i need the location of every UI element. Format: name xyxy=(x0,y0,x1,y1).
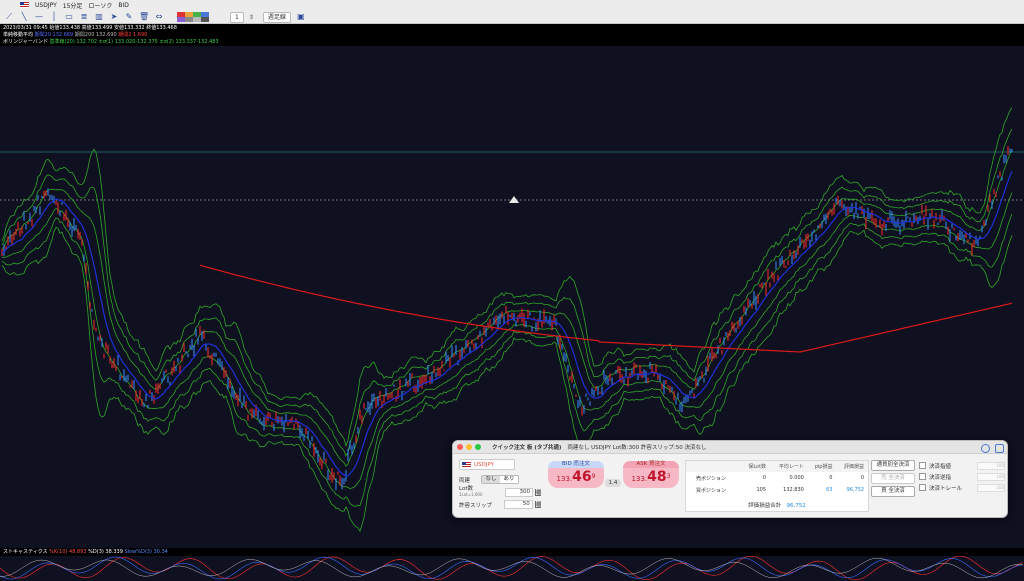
us-flag-icon xyxy=(462,461,471,468)
quick-order-panel: クイック注文 板 (タブ共通) 両建なし USDJPY Lot数:300 許容ス… xyxy=(452,440,1008,518)
stop-checkbox[interactable] xyxy=(919,473,926,480)
ma-value-3: 期間2 1.690 xyxy=(118,32,148,38)
close-buttons: 通貨別全決済 売 全決済 買 全決済 xyxy=(871,460,915,499)
hedge-off-option[interactable]: なし xyxy=(482,476,500,483)
us-flag-icon xyxy=(20,2,29,8)
line-count-input[interactable]: 1 xyxy=(230,11,244,23)
horizontal-line-tool-icon[interactable]: — xyxy=(34,12,44,22)
panel-title-bar: クイック注文 板 (タブ共通) 両建なし USDJPY Lot数:300 許容ス… xyxy=(453,441,1007,454)
sma-200-line xyxy=(199,264,1013,353)
order-settings: USDJPY 両建 なし あり Lot数 1Lot=1,000 300 許容スリッ… xyxy=(459,459,541,510)
hedge-toggle[interactable]: なし あり xyxy=(481,475,519,484)
bollinger-band-line xyxy=(1,107,1013,447)
toolbar: USDJPY 15分足 ローソク BID ⟋ ╲ — │ ▭ ≣ ▥ ➤ ✎ 🗑… xyxy=(0,0,1024,24)
close-pair-button[interactable]: 通貨別全決済 xyxy=(871,460,915,471)
window-icon[interactable] xyxy=(995,444,1004,453)
settings-icon[interactable] xyxy=(981,444,990,453)
table-header: 評価損益 xyxy=(836,461,868,472)
close-icon[interactable] xyxy=(457,444,463,450)
stoch-slow-line xyxy=(0,557,1024,579)
drawing-tools: ⟋ ╲ — │ ▭ ≣ ▥ ➤ ✎ 🗑 ⇔ 1 ⇕ 週足線 ▣ xyxy=(0,10,1024,24)
save-icon[interactable]: ▣ xyxy=(296,12,306,22)
rectangle-tool-icon[interactable]: ▭ xyxy=(64,12,74,22)
stop-option[interactable]: 決済逆指 100 xyxy=(919,471,1005,482)
alert-marker-icon[interactable] xyxy=(509,196,519,203)
stepper-icon[interactable]: ⇕ xyxy=(249,14,254,21)
symbol-dropdown[interactable]: USDJPY xyxy=(459,459,515,470)
ask-label: ASK 買注文 xyxy=(623,461,679,468)
bb-values: 基準線(20) 132.702 ±σ(1) 133.020-132.375 ±σ… xyxy=(49,39,219,45)
cursor-tool-icon[interactable]: ➤ xyxy=(109,12,119,22)
lot-label: Lot数 1Lot=1,000 xyxy=(459,486,483,497)
ask-price: 133.483 xyxy=(631,469,671,485)
table-header xyxy=(686,461,742,472)
positions-table: 保Lot数 平均レート pip損益 評価損益 売ポジション 0 0.000 0 … xyxy=(685,460,869,512)
pen-tool-icon[interactable]: ✎ xyxy=(124,12,134,22)
trail-input[interactable]: 100 xyxy=(977,483,1005,492)
stop-input[interactable]: 100 xyxy=(977,472,1005,481)
bid-price: 133.469 xyxy=(556,469,596,485)
channel-tool-icon[interactable]: ▥ xyxy=(94,12,104,22)
ask-buy-button[interactable]: ASK 買注文 133.483 xyxy=(623,461,679,488)
close-all-buy-button[interactable]: 買 全決済 xyxy=(871,486,915,497)
ray-tool-icon[interactable]: ╲ xyxy=(19,12,29,22)
symbol-selector[interactable]: USDJPY xyxy=(35,2,57,9)
table-row: 買ポジション 105 132.830 63 96,752 xyxy=(696,487,864,494)
zoom-icon[interactable] xyxy=(475,444,481,450)
fibonacci-tool-icon[interactable]: ≣ xyxy=(79,12,89,22)
ma-value-1: 期間20 132.669 xyxy=(34,32,74,38)
chart-type-selector[interactable]: ローソク xyxy=(88,1,112,10)
trail-option[interactable]: 決済トレール 100 xyxy=(919,482,1005,493)
panel-title: クイック注文 板 (タブ共通) xyxy=(492,445,562,451)
spread-value: 1.4 xyxy=(605,479,621,487)
hedge-on-option[interactable]: あり xyxy=(500,476,518,483)
hedge-label: 両建 xyxy=(459,477,471,484)
panel-summary: 両建なし USDJPY Lot数:300 許容スリップ:50 決済なし xyxy=(567,445,707,451)
ma-value-2: 期間200 132.690 xyxy=(74,32,117,38)
bid-sell-button[interactable]: BID 売注文 133.469 xyxy=(548,461,604,488)
keypad-icon[interactable] xyxy=(534,488,541,496)
trendline-tool-icon[interactable]: ⟋ xyxy=(4,12,14,22)
exit-options: 決済指値 100 決済逆指 100 決済トレール 100 xyxy=(919,460,1005,493)
bb-label: ボリンジャーバンド xyxy=(3,39,48,45)
timeframe-selector[interactable]: 15分足 xyxy=(63,1,83,10)
trail-checkbox[interactable] xyxy=(919,484,926,491)
lot-input[interactable]: 300 xyxy=(504,487,533,497)
minimize-icon[interactable] xyxy=(466,444,472,450)
stoch-k: %K(10) 48.893 xyxy=(49,549,87,555)
keypad-icon[interactable] xyxy=(534,501,541,508)
bollinger-band-line xyxy=(1,128,1013,457)
table-row: 売ポジション 0 0.000 0 0 xyxy=(696,475,864,482)
color-palette[interactable] xyxy=(177,12,209,22)
stoch-d-line xyxy=(0,556,1024,580)
chart-settings-row: USDJPY 15分足 ローソク BID xyxy=(0,0,1024,10)
ohlc-readout: 2023/03/31 09:45 始値133.438 高値133.499 安値1… xyxy=(3,25,177,31)
limit-checkbox[interactable] xyxy=(919,462,926,469)
close-all-sell-button[interactable]: 売 全決済 xyxy=(871,473,915,484)
table-header: 平均レート xyxy=(770,461,808,472)
total-pnl: 評価損益合計 96,752 xyxy=(748,503,806,509)
limit-option[interactable]: 決済指値 100 xyxy=(919,460,1005,471)
stoch-d: %D(3) 38.339 xyxy=(88,549,123,555)
bid-label: BID 売注文 xyxy=(548,461,604,468)
delete-tool-icon[interactable]: 🗑 xyxy=(139,12,149,22)
stoch-label: ストキャスティクス xyxy=(3,549,48,555)
period-selector[interactable]: 週足線 xyxy=(262,11,291,23)
table-header: 保Lot数 xyxy=(741,461,771,472)
table-header: pip損益 xyxy=(807,461,837,472)
stoch-slow-d: Slow%D(3) 30.34 xyxy=(124,549,168,555)
price-type-selector[interactable]: BID xyxy=(118,2,129,9)
expand-icon[interactable]: ⇔ xyxy=(154,12,164,22)
ma-label: 単純移動平均 xyxy=(3,32,34,38)
slip-input[interactable]: 50 xyxy=(503,500,533,509)
slip-label: 許容スリップ xyxy=(459,502,493,509)
symbol-label: USDJPY xyxy=(474,461,494,468)
limit-input[interactable]: 100 xyxy=(977,461,1005,470)
stochastic-info: ストキャスティクス %K(10) 48.893 %D(3) 38.339 Slo… xyxy=(0,548,1024,556)
stochastic-chart[interactable] xyxy=(0,556,1024,581)
indicator-info: 2023/03/31 09:45 始値133.438 高値133.499 安値1… xyxy=(0,24,1024,46)
vertical-line-tool-icon[interactable]: │ xyxy=(49,12,59,22)
